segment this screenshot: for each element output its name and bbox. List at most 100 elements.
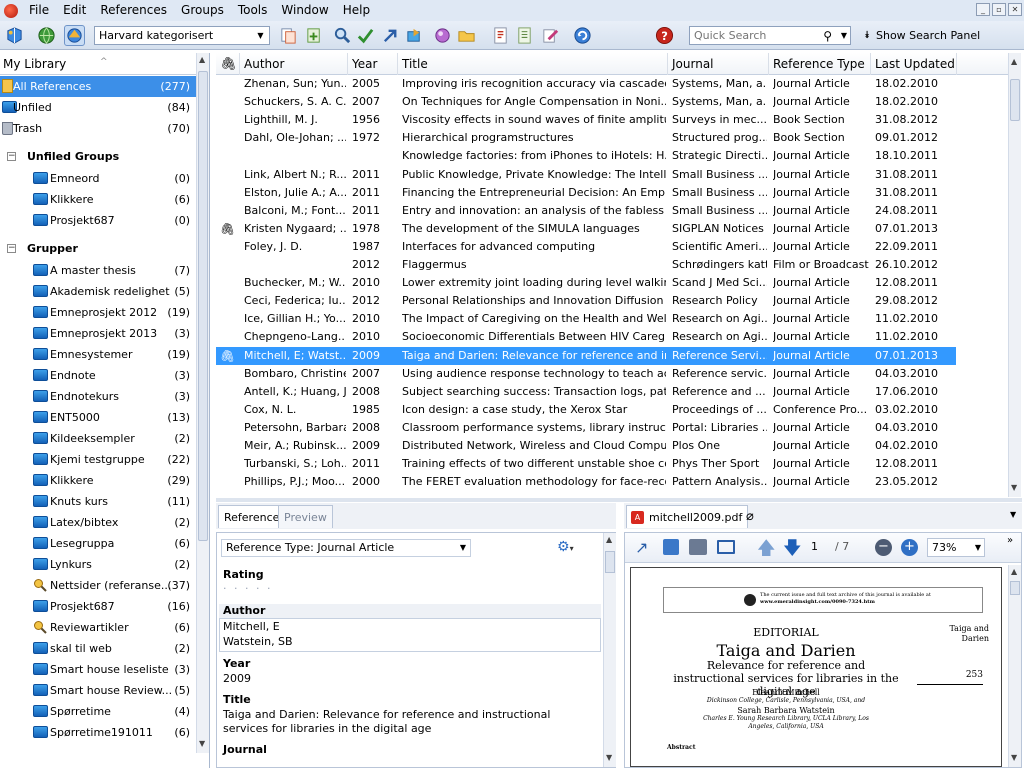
toolbar-overflow-icon[interactable]: » [1007, 535, 1013, 546]
local-library-mode-icon[interactable] [4, 25, 25, 46]
quick-search-input[interactable] [694, 29, 804, 42]
panel-layout-dropdown-icon[interactable]: ▼ [1010, 510, 1016, 519]
table-row[interactable]: Lighthill, M. J. 1956 Viscosity effects in… [216, 111, 956, 129]
menu-tools[interactable]: Tools [231, 0, 275, 21]
collapse-toggle-icon[interactable]: − [7, 244, 16, 253]
group-item[interactable]: Smart house leseliste (3) [0, 659, 196, 680]
group-item[interactable]: Spørretime (4) [0, 701, 196, 722]
group-item[interactable]: Lesegruppa (6) [0, 533, 196, 554]
group-item[interactable]: Nettsider (referanse... (37) [0, 575, 196, 596]
column-journal[interactable]: Journal [668, 53, 769, 75]
table-row[interactable]: Elston, Julie A.; A... 2011 Financing the … [216, 184, 956, 202]
save-icon[interactable] [663, 539, 679, 555]
column-title[interactable]: Title [398, 53, 668, 75]
table-row[interactable]: Chepngeno-Lang... 2010 Socioeconomic Diffe… [216, 328, 956, 346]
group-item[interactable]: Lynkurs (2) [0, 554, 196, 575]
tab-pdf-attachment[interactable]: A mitchell2009.pdf [626, 505, 749, 528]
show-search-panel-button[interactable]: ⯯ Show Search Panel [864, 27, 980, 45]
scroll-down-icon[interactable]: ▼ [1011, 483, 1017, 492]
group-item[interactable]: skal til web (2) [0, 638, 196, 659]
copy-formatted-icon[interactable] [278, 25, 299, 46]
library-item-all-references[interactable]: All References (277) [0, 76, 196, 97]
library-item-trash[interactable]: Trash (70) [0, 118, 196, 139]
pane-splitter[interactable] [216, 498, 1022, 502]
reference-list-scrollbar[interactable]: ▲ ▼ [1008, 53, 1021, 497]
search-icon[interactable]: ⚲ [823, 28, 832, 45]
table-row[interactable]: Petersohn, Barbara 2008 Classroom performa… [216, 419, 956, 437]
scroll-up-icon[interactable]: ▲ [199, 55, 205, 64]
table-row[interactable]: Antell, K.; Huang, J. 2008 Subject searchi… [216, 383, 956, 401]
group-item[interactable]: Klikkere (29) [0, 470, 196, 491]
email-icon[interactable] [717, 540, 735, 554]
open-link-icon[interactable] [380, 25, 401, 46]
menu-groups[interactable]: Groups [174, 0, 231, 21]
new-reference-icon[interactable] [304, 25, 325, 46]
group-item[interactable]: A master thesis (7) [0, 260, 196, 281]
group-item[interactable]: Prosjekt687 (0) [0, 210, 196, 231]
table-row[interactable]: Link, Albert N.; R... 2011 Public Knowledg… [216, 166, 956, 184]
group-item[interactable]: Akademisk redelighet (5) [0, 281, 196, 302]
group-item[interactable]: Latex/bibtex (2) [0, 512, 196, 533]
open-folder-icon[interactable] [456, 25, 477, 46]
integrated-library-mode-icon[interactable] [64, 25, 85, 46]
format-bibliography-icon[interactable] [514, 25, 535, 46]
scroll-down-icon[interactable]: ▼ [1011, 753, 1017, 762]
print-icon[interactable] [689, 539, 707, 555]
tab-reference[interactable]: Reference [218, 505, 286, 528]
open-external-icon[interactable]: ↗ [635, 538, 648, 557]
scroll-up-icon[interactable]: ▲ [1011, 567, 1017, 576]
scrollbar-thumb[interactable] [1010, 581, 1020, 595]
table-row[interactable]: 🖇 Mitchell, E; Watst... 2009 Taiga and Dari… [216, 346, 956, 365]
table-row[interactable]: Foley, J. D. 1987 Interfaces for advanced … [216, 238, 956, 256]
menu-references[interactable]: References [93, 0, 174, 21]
group-item[interactable]: Prosjekt687 (16) [0, 596, 196, 617]
quick-search-field[interactable]: ⚲ ▼ [689, 26, 851, 45]
reference-type-select[interactable]: Reference Type: Journal Article ▼ [221, 539, 471, 557]
library-item-unfiled[interactable]: Unfiled (84) [0, 97, 196, 118]
menu-window[interactable]: Window [274, 0, 335, 21]
detail-scrollbar[interactable]: ▲ ▼ [603, 533, 616, 767]
group-item[interactable]: ENT5000 (13) [0, 407, 196, 428]
group-item[interactable]: Kildeeksempler (2) [0, 428, 196, 449]
scroll-up-icon[interactable]: ▲ [606, 535, 612, 544]
scroll-down-icon[interactable]: ▼ [199, 739, 205, 748]
online-search-icon[interactable] [432, 25, 453, 46]
sync-icon[interactable] [572, 25, 593, 46]
year-field[interactable]: 2009 [223, 672, 251, 685]
table-row[interactable]: 2012 Flaggermus Schrødingers katt Film or B… [216, 256, 956, 274]
previous-page-icon[interactable]: 🡅 [757, 536, 776, 566]
sync-check-icon[interactable] [355, 25, 376, 46]
tab-preview[interactable]: Preview [278, 505, 333, 528]
group-item[interactable]: Emneord (0) [0, 168, 196, 189]
table-row[interactable]: Ceci, Federica; Iu... 2012 Personal Relati… [216, 292, 956, 310]
restore-icon[interactable]: ▫ [992, 3, 1006, 16]
table-row[interactable]: Turbanski, S.; Loh... 2011 Training effect… [216, 455, 956, 473]
title-field[interactable]: Taiga and Darien: Relevance for referenc… [223, 708, 593, 736]
group-item[interactable]: Emneprosjekt 2012 (19) [0, 302, 196, 323]
library-header[interactable]: My Library ^ [0, 53, 196, 75]
groups-scrollbar[interactable]: ▲ ▼ [196, 53, 209, 753]
group-item[interactable]: Reviewartikler (6) [0, 617, 196, 638]
group-set-grupper[interactable]: − Grupper [0, 238, 196, 259]
group-item[interactable]: Emnesystemer (19) [0, 344, 196, 365]
output-style-select[interactable]: Harvard kategorisert ▼ [94, 26, 270, 45]
menu-help[interactable]: Help [336, 0, 377, 21]
zoom-out-icon[interactable]: − [875, 539, 892, 556]
column-year[interactable]: Year [348, 53, 398, 75]
zoom-select[interactable]: 73% ▼ [927, 538, 985, 557]
group-item[interactable]: Spørretime191011 (6) [0, 722, 196, 743]
scroll-up-icon[interactable]: ▲ [1011, 57, 1017, 66]
help-icon[interactable]: ? [654, 25, 675, 46]
cite-while-you-write-icon[interactable] [540, 25, 561, 46]
settings-gear-icon[interactable]: ⚙▾ [557, 539, 574, 555]
table-row[interactable]: 🖇 Kristen Nygaard; ... 1978 The development… [216, 220, 956, 238]
column-reference-type[interactable]: Reference Type [769, 53, 871, 75]
scrollbar-thumb[interactable] [605, 551, 615, 573]
page-number-input[interactable]: 1 [811, 540, 818, 553]
scroll-down-icon[interactable]: ▼ [606, 753, 612, 762]
scrollbar-thumb[interactable] [1010, 79, 1020, 121]
export-icon[interactable] [404, 25, 425, 46]
group-item[interactable]: Knuts kurs (11) [0, 491, 196, 512]
group-item[interactable]: Klikkere (6) [0, 189, 196, 210]
attachment-column-header[interactable]: 🖇 [216, 53, 240, 75]
